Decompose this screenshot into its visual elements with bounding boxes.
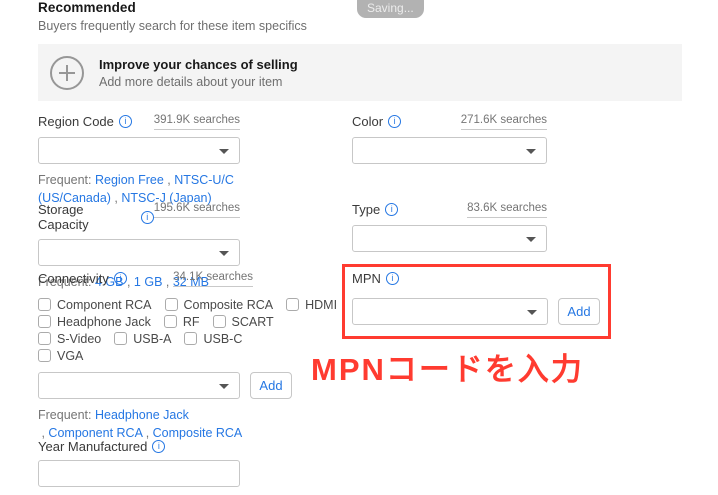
frequent-label: Frequent: xyxy=(38,408,92,422)
region-code-label: Region Code i xyxy=(38,114,132,129)
dropdown-caret-icon xyxy=(219,149,229,154)
checkbox[interactable] xyxy=(184,332,197,345)
color-search-count: 271.6K searches xyxy=(461,114,547,130)
type-label: Type i xyxy=(352,202,398,217)
checkbox-option: Headphone Jack xyxy=(38,315,151,329)
checkbox-option: Component RCA xyxy=(38,298,152,312)
frequent-label: Frequent: xyxy=(38,173,92,187)
info-icon[interactable]: i xyxy=(141,211,154,224)
dropdown-caret-icon xyxy=(219,384,229,389)
type-select[interactable] xyxy=(352,225,547,252)
checkbox-option: Composite RCA xyxy=(165,298,274,312)
plus-circle-icon xyxy=(50,56,84,90)
region-code-select[interactable] xyxy=(38,137,240,164)
checkbox[interactable] xyxy=(38,298,51,311)
banner-subtitle: Add more details about your item xyxy=(99,75,298,89)
connectivity-search-count: 34.1K searches xyxy=(173,271,253,287)
region-code-field: Region Code i 391.9K searches Frequent: … xyxy=(38,114,240,207)
mpn-add-button[interactable]: Add xyxy=(558,298,600,325)
dropdown-caret-icon xyxy=(219,251,229,256)
connectivity-select[interactable] xyxy=(38,372,240,399)
checkbox-option: USB-C xyxy=(184,332,242,346)
mpn-field: MPN i Add xyxy=(352,271,598,325)
type-search-count: 83.6K searches xyxy=(467,202,547,218)
checkbox-option: SCART xyxy=(213,315,274,329)
saving-status-badge: Saving... xyxy=(357,0,424,18)
checkbox[interactable] xyxy=(165,298,178,311)
checkbox[interactable] xyxy=(38,315,51,328)
section-title: Recommended xyxy=(38,0,307,15)
frequent-link[interactable]: Region Free xyxy=(95,173,164,187)
dropdown-caret-icon xyxy=(526,237,536,242)
info-icon[interactable]: i xyxy=(152,440,165,453)
mpn-label: MPN i xyxy=(352,271,399,286)
checkbox[interactable] xyxy=(286,298,299,311)
connectivity-add-button[interactable]: Add xyxy=(250,372,292,399)
checkbox[interactable] xyxy=(164,315,177,328)
frequent-link[interactable]: Headphone Jack xyxy=(95,408,189,422)
checkbox-option: USB-A xyxy=(114,332,171,346)
mpn-select[interactable] xyxy=(352,298,548,325)
connectivity-frequent: Frequent: Headphone Jack , Component RCA… xyxy=(38,406,263,442)
checkbox-option: VGA xyxy=(38,349,83,363)
info-icon[interactable]: i xyxy=(114,272,127,285)
region-code-search-count: 391.9K searches xyxy=(154,114,240,130)
annotation-text: MPNコードを入力 xyxy=(311,344,584,389)
checkbox[interactable] xyxy=(213,315,226,328)
section-subtitle: Buyers frequently search for these item … xyxy=(38,19,307,33)
type-field: Type i 83.6K searches xyxy=(352,202,547,252)
checkbox-option: HDMI xyxy=(286,298,337,312)
checkbox[interactable] xyxy=(114,332,127,345)
info-icon[interactable]: i xyxy=(385,203,398,216)
info-icon[interactable]: i xyxy=(119,115,132,128)
improve-selling-banner: Improve your chances of selling Add more… xyxy=(38,44,682,101)
info-icon[interactable]: i xyxy=(388,115,401,128)
banner-title: Improve your chances of selling xyxy=(99,57,298,72)
recommended-section-header: Recommended Buyers frequently search for… xyxy=(38,0,307,33)
dropdown-caret-icon xyxy=(526,149,536,154)
dropdown-caret-icon xyxy=(527,310,537,315)
info-icon[interactable]: i xyxy=(386,272,399,285)
color-select[interactable] xyxy=(352,137,547,164)
checkbox-option: RF xyxy=(164,315,200,329)
checkbox[interactable] xyxy=(38,332,51,345)
color-field: Color i 271.6K searches xyxy=(352,114,547,164)
checkbox-option: S-Video xyxy=(38,332,101,346)
connectivity-field: Connectivity i 34.1K searches Component … xyxy=(38,271,330,442)
storage-capacity-select[interactable] xyxy=(38,239,240,266)
item-specifics-page: Recommended Buyers frequently search for… xyxy=(0,0,718,495)
connectivity-label: Connectivity i xyxy=(38,271,127,286)
year-manufactured-label: Year Manufactured i xyxy=(38,439,165,454)
year-manufactured-input[interactable] xyxy=(38,460,240,487)
year-manufactured-field: Year Manufactured i xyxy=(38,439,240,487)
banner-text: Improve your chances of selling Add more… xyxy=(99,57,298,89)
color-label: Color i xyxy=(352,114,401,129)
storage-capacity-search-count: 195.6K searches xyxy=(154,202,240,218)
connectivity-options: Component RCA Composite RCA HDMI Headpho… xyxy=(38,296,330,364)
storage-capacity-label: Storage Capacity i xyxy=(38,202,154,232)
checkbox[interactable] xyxy=(38,349,51,362)
